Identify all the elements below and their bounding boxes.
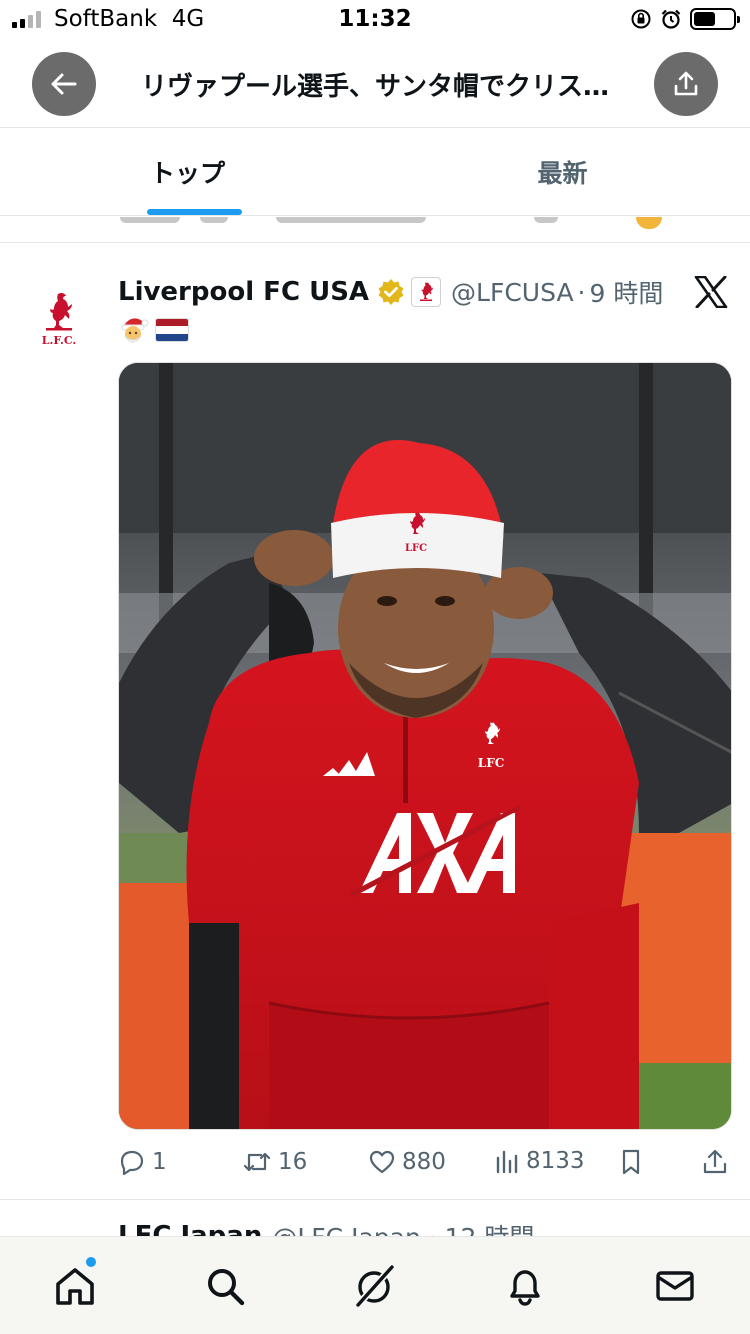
player-photo: LFC LFC xyxy=(119,363,731,1129)
previous-tweet-fragment xyxy=(0,217,750,243)
tweet-photo[interactable]: LFC LFC xyxy=(118,362,732,1130)
verified-badge-icon[interactable] xyxy=(377,278,405,306)
avatar[interactable]: L.F.C. xyxy=(28,288,90,354)
back-button[interactable] xyxy=(32,52,96,116)
bottom-navigation xyxy=(0,1236,750,1334)
navigation-header: リヴァプール選手、サンタ帽でクリス… xyxy=(0,40,750,128)
tab-top-label: トップ xyxy=(149,159,225,188)
battery-icon xyxy=(690,8,740,30)
bookmark-button[interactable] xyxy=(618,1148,644,1176)
grok-icon xyxy=(355,1264,395,1308)
retweet-button[interactable]: 16 xyxy=(242,1148,307,1176)
share-tweet-button[interactable] xyxy=(702,1148,728,1176)
tab-latest[interactable]: 最新 xyxy=(375,128,750,216)
santa-emoji-icon xyxy=(121,318,149,343)
messages-envelope-icon xyxy=(656,1271,694,1301)
status-bar: SoftBank 4G 11:32 xyxy=(0,0,750,40)
reply-count: 1 xyxy=(152,1149,167,1175)
bookmark-icon xyxy=(622,1149,640,1175)
nav-messages[interactable] xyxy=(650,1261,700,1311)
tweet-actions: 1 16 880 8133 xyxy=(118,1148,738,1182)
like-button[interactable]: 880 xyxy=(368,1148,446,1176)
share-button[interactable] xyxy=(654,52,718,116)
home-notification-dot xyxy=(84,1255,98,1269)
search-icon xyxy=(208,1269,245,1306)
tab-latest-label: 最新 xyxy=(537,159,588,188)
lfc-crest-icon: L.F.C. xyxy=(42,292,77,347)
like-count: 880 xyxy=(402,1149,446,1175)
status-icons xyxy=(630,8,740,30)
nav-notifications[interactable] xyxy=(500,1261,550,1311)
svg-text:LFC: LFC xyxy=(405,543,427,554)
search-tabs: トップ 最新 xyxy=(0,128,750,216)
display-name[interactable]: Liverpool FC USA xyxy=(118,277,369,307)
active-tab-indicator xyxy=(147,209,242,215)
views-chart-icon xyxy=(496,1150,518,1174)
page-title: リヴァプール選手、サンタ帽でクリス… xyxy=(140,72,609,102)
alarm-icon xyxy=(661,9,681,29)
separator-dot: · xyxy=(577,277,586,307)
views-button[interactable]: 8133 xyxy=(494,1148,585,1174)
tweet-header: Liverpool FC USA @LFCUSA · 9 時間 xyxy=(118,274,663,310)
tab-top[interactable]: トップ xyxy=(0,128,375,216)
next-tweet-fragment[interactable]: LFC Japan @LFC Japan · 12 時間 xyxy=(0,1200,750,1240)
netherlands-flag-icon xyxy=(156,319,188,341)
svg-text:L.F.C.: L.F.C. xyxy=(42,334,77,347)
tweet-text xyxy=(118,314,188,346)
reply-icon xyxy=(120,1150,144,1176)
heart-icon xyxy=(369,1150,395,1174)
tweet[interactable]: L.F.C. Liverpool FC USA @LFCUSA · 9 時間 L… xyxy=(0,244,750,1200)
reply-button[interactable]: 1 xyxy=(118,1148,167,1176)
tweet-timestamp[interactable]: 9 時間 xyxy=(590,274,664,310)
lfc-mini-crest-icon xyxy=(420,282,434,301)
home-icon xyxy=(56,1268,94,1305)
retweet-icon xyxy=(243,1152,271,1172)
arrow-left-icon xyxy=(51,73,77,95)
share-upload-icon xyxy=(674,71,698,96)
orientation-lock-icon xyxy=(631,9,651,29)
svg-text:LFC: LFC xyxy=(478,756,505,770)
views-count: 8133 xyxy=(526,1148,585,1174)
notifications-bell-icon xyxy=(510,1270,540,1306)
x-logo-icon[interactable] xyxy=(694,276,728,308)
affiliate-badge-icon[interactable] xyxy=(411,277,442,307)
nav-search[interactable] xyxy=(200,1261,250,1311)
share-icon xyxy=(703,1149,727,1174)
nav-grok[interactable] xyxy=(350,1261,400,1311)
user-handle[interactable]: @LFCUSA xyxy=(451,278,574,307)
retweet-count: 16 xyxy=(278,1149,308,1175)
